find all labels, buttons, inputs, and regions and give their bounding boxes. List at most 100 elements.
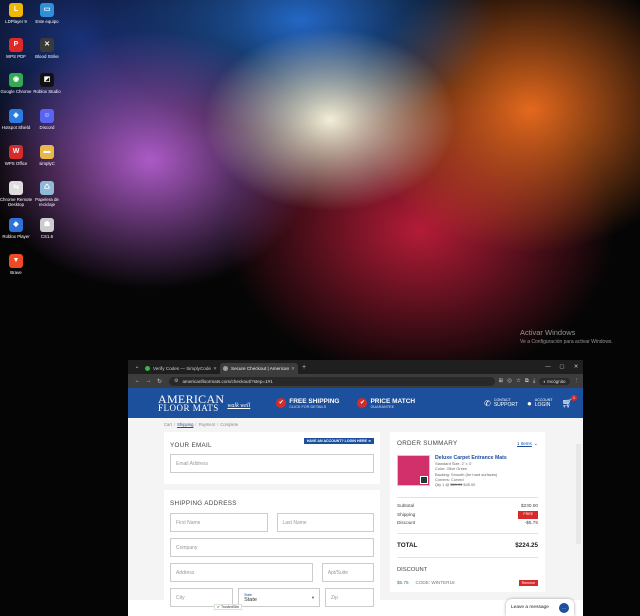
total-row: TOTAL $224.25 bbox=[397, 532, 538, 558]
price-match-badge[interactable]: ✔ PRICE MATCH GUARANTEE bbox=[357, 398, 415, 409]
badge-title: PRICE MATCH bbox=[370, 397, 416, 405]
leave-message-widget[interactable]: Leave a message … bbox=[506, 599, 574, 616]
menu-dots-icon[interactable]: ⋮ bbox=[574, 378, 580, 384]
minimize-icon[interactable]: — bbox=[541, 364, 555, 370]
extensions-icon[interactable]: ⧉ bbox=[525, 378, 529, 385]
zip-field[interactable]: Zip bbox=[324, 588, 374, 607]
cs16-icon: ☗ bbox=[40, 218, 54, 232]
email-field[interactable]: Email Address bbox=[170, 454, 374, 473]
product-swatch-thumbnail bbox=[420, 476, 428, 484]
desktop-icon-recycle-bin[interactable]: ♺ Papelera de reciclaje bbox=[29, 181, 65, 207]
badge-subtitle: CLICK FOR DETAILS bbox=[289, 404, 327, 409]
chrome-remote-desktop-icon: ⇆ bbox=[9, 181, 23, 195]
site-info-icon[interactable]: ⚙ bbox=[174, 378, 178, 384]
shipping-label: Shipping bbox=[397, 511, 416, 517]
breadcrumb-shipping[interactable]: Shipping bbox=[177, 422, 193, 427]
order-summary-panel: ORDER SUMMARY 1 Items ⌄ Deluxe Carpet En… bbox=[390, 432, 545, 592]
tab-search-icon[interactable]: ⌄ bbox=[132, 362, 142, 372]
bookmark-star-icon[interactable]: ☆ bbox=[516, 378, 521, 384]
new-tab-icon[interactable]: + bbox=[302, 364, 306, 371]
shipping-row: Shipping FREE bbox=[397, 510, 538, 520]
state-select[interactable]: State State ▼ bbox=[238, 588, 320, 607]
tab-label: Secure Checkout | American Fl... bbox=[231, 366, 290, 371]
recycle-bin-icon: ♺ bbox=[40, 181, 54, 195]
items-toggle-link[interactable]: 1 Items bbox=[517, 441, 532, 446]
trustedsite-badge[interactable]: ✔ TrustedSite bbox=[214, 604, 243, 610]
dropdown-arrow-icon: ▼ bbox=[310, 595, 315, 600]
tab-secure-checkout[interactable]: Secure Checkout | American Fl... ✕ bbox=[220, 363, 298, 374]
desktop-icon-roblox-studio[interactable]: ◩ Roblox Studio bbox=[29, 73, 65, 94]
desktop-icon-label: simplyC bbox=[39, 161, 55, 166]
forward-icon[interactable]: → bbox=[143, 378, 154, 384]
maximize-icon[interactable]: ▢ bbox=[555, 364, 569, 370]
desktop-icon-folder[interactable]: ▬ simplyC bbox=[29, 145, 65, 166]
incognito-badge[interactable]: ◐ Incógnito bbox=[539, 377, 570, 385]
desktop-icon-blood-strike[interactable]: ✕ Blood Strike bbox=[29, 38, 65, 59]
product-qty-price: Qty 1 @ $69.99 $45.00 bbox=[435, 482, 507, 487]
discount-value: -$5.75 bbox=[524, 520, 538, 526]
address-bar: ← → ↻ ⚙ americanfloormats.com/checkout/?… bbox=[128, 374, 583, 388]
url-text: americanfloormats.com/checkout/?step=1#1 bbox=[182, 378, 273, 384]
url-input[interactable]: ⚙ americanfloormats.com/checkout/?step=1… bbox=[169, 376, 495, 386]
checkmark-icon: ✔ bbox=[276, 398, 287, 408]
badge-subtitle: GUARANTEE bbox=[370, 404, 395, 409]
breadcrumb-cart[interactable]: Cart bbox=[164, 422, 172, 427]
site-header: AMERICAN FLOOR MATS walk well ✔ FREE SHI… bbox=[128, 388, 583, 418]
contact-support-link[interactable]: ✆ CONTACT SUPPORT bbox=[484, 398, 518, 408]
breadcrumb: Cart / Shipping / Payment / Complete bbox=[164, 422, 239, 427]
product-image[interactable] bbox=[397, 455, 430, 486]
contact-big: SUPPORT bbox=[493, 402, 518, 408]
close-window-icon[interactable]: ✕ bbox=[569, 364, 583, 370]
discount-amount: $5.75 bbox=[397, 580, 409, 586]
download-icon[interactable]: ⤓ bbox=[533, 378, 535, 385]
close-tab-icon[interactable]: ✕ bbox=[291, 366, 295, 372]
desktop-icon-label: Discord bbox=[39, 125, 55, 130]
back-icon[interactable]: ← bbox=[132, 378, 143, 384]
cart-button[interactable]: 🛒︎ 1 bbox=[562, 394, 577, 409]
page-scrollbar[interactable] bbox=[576, 444, 581, 544]
subtotal-label: Subtotal bbox=[397, 503, 415, 509]
first-name-field[interactable]: First Name bbox=[170, 513, 268, 532]
address-field[interactable]: Address bbox=[170, 563, 313, 582]
free-shipping-badge[interactable]: ✔ FREE SHIPPING CLICK FOR DETAILS bbox=[276, 398, 339, 409]
subtotal-value: $230.00 bbox=[521, 503, 538, 509]
product-info: Deluxe Carpet Entrance Mats Standard Siz… bbox=[435, 455, 507, 487]
checkout-page: Cart / Shipping / Payment / Complete YOUR EMAI… bbox=[128, 418, 583, 616]
reload-icon[interactable]: ↻ bbox=[154, 378, 165, 385]
tab-label: Verify Codes — SimplyCodes bbox=[153, 366, 212, 371]
desktop-icon-discord[interactable]: ☺ Discord bbox=[29, 109, 65, 130]
apt-suite-field[interactable]: Apt/Suite bbox=[321, 563, 374, 582]
account-login-link[interactable]: ● ACCOUNT LOGIN bbox=[527, 398, 553, 408]
tab-verify-codes[interactable]: Verify Codes — SimplyCodes ✕ bbox=[142, 363, 220, 374]
header-links: ✆ CONTACT SUPPORT ● ACCOUNT LOGIN 🛒︎ 1 bbox=[484, 394, 577, 409]
translate-icon[interactable]: ⊞ bbox=[499, 378, 504, 384]
desktop-icon-brave[interactable]: ▼ Brave bbox=[0, 254, 34, 275]
desktop-icon-monitor[interactable]: ▭ Este equipo bbox=[29, 3, 65, 24]
close-tab-icon[interactable]: ✕ bbox=[213, 366, 217, 372]
chevron-down-icon[interactable]: ⌄ bbox=[534, 441, 538, 447]
windows-activation-notice: Activar Windows Ve a Configuración para … bbox=[520, 328, 613, 345]
desktop-icon-label: Este equipo bbox=[35, 19, 59, 24]
desktop-icon-cs16[interactable]: ☗ CS1.6 bbox=[29, 218, 65, 239]
logo-tagline: walk well bbox=[227, 403, 251, 409]
hotspot-shield-icon: ◈ bbox=[9, 109, 23, 123]
window-controls: — ▢ ✕ bbox=[541, 364, 583, 370]
browser-toolbar: ⊞ ◎ ☆ ⧉ ⤓ ◐ Incógnito ⋮ bbox=[499, 377, 580, 385]
new-price: $45.00 bbox=[463, 482, 476, 488]
company-field[interactable]: Company bbox=[170, 538, 374, 557]
breadcrumb-complete: Complete bbox=[220, 422, 239, 427]
remove-discount-button[interactable]: Remove bbox=[518, 579, 538, 586]
order-totals: Subtotal $230.00 Shipping FREE Discount … bbox=[397, 497, 538, 528]
phone-icon: ✆ bbox=[484, 398, 491, 408]
desktop-icon-label: Blood Strike bbox=[35, 54, 59, 59]
roblox-player-icon: ◆ bbox=[9, 218, 23, 232]
chrome-icon: ◉ bbox=[9, 73, 23, 87]
eye-slash-icon[interactable]: ◎ bbox=[507, 378, 512, 384]
shipping-free-badge: FREE bbox=[518, 510, 538, 520]
total-value: $224.25 bbox=[515, 541, 538, 549]
login-here-button[interactable]: HAVE AN ACCOUNT? LOGIN HERE ➜ bbox=[303, 438, 374, 444]
last-name-field[interactable]: Last Name bbox=[276, 513, 374, 532]
roblox-studio-icon: ◩ bbox=[40, 73, 54, 87]
brave-icon: ▼ bbox=[9, 254, 23, 268]
site-logo[interactable]: AMERICAN FLOOR MATS bbox=[158, 393, 224, 413]
